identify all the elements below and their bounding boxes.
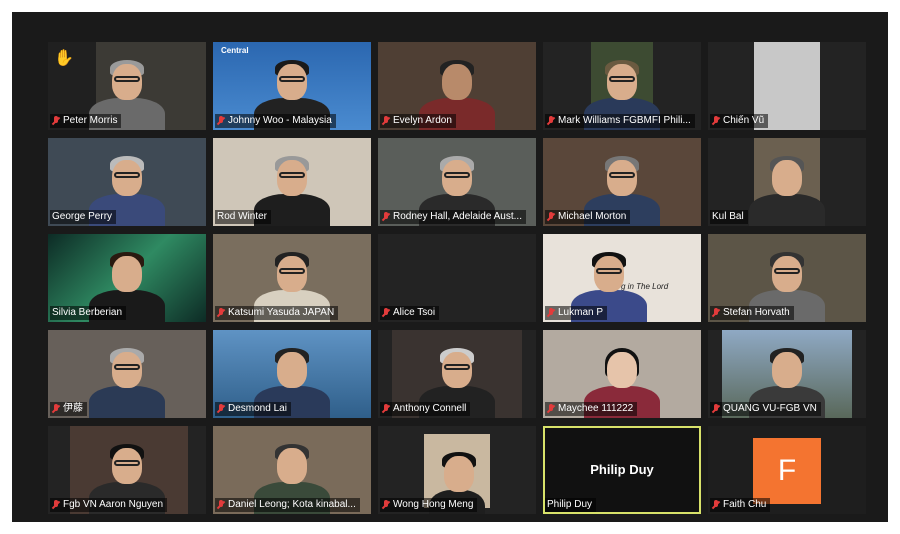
muted-mic-icon <box>712 116 720 126</box>
participant-name: Peter Morris <box>50 114 122 128</box>
participant-name: Fgb VN Aaron Nguyen <box>50 498 168 512</box>
participant-tile[interactable]: Central Johnny Woo - Malaysia <box>213 42 371 130</box>
participant-video <box>747 146 827 226</box>
participant-name: Stefan Horvath <box>710 306 794 320</box>
muted-mic-icon <box>52 116 60 126</box>
participant-name: Silvia Berberian <box>50 306 127 320</box>
muted-mic-icon <box>382 212 390 222</box>
participant-name: Evelyn Ardon <box>380 114 456 128</box>
participant-tile[interactable]: Maychee 111222 <box>543 330 701 418</box>
participant-tile[interactable]: ✋ Peter Morris <box>48 42 206 130</box>
muted-mic-icon <box>52 404 60 414</box>
participant-name: Wong Hong Meng <box>380 498 478 512</box>
participant-name: Rod Winter <box>215 210 272 224</box>
participant-tile[interactable]: George Perry <box>48 138 206 226</box>
participant-tile[interactable]: Mark Williams FGBMFI Phili... <box>543 42 701 130</box>
participant-name: QUANG VU-FGB VN <box>710 402 821 416</box>
participant-name: Michael Morton <box>545 210 631 224</box>
participant-name: Faith Chu <box>710 498 771 512</box>
participant-name: Daniel Leong; Kota kinabal... <box>215 498 360 512</box>
muted-mic-icon <box>382 500 390 510</box>
participant-tile[interactable]: Stefan Horvath <box>708 234 866 322</box>
muted-mic-icon <box>217 500 225 510</box>
muted-mic-icon <box>382 308 390 318</box>
participant-name: 伊藤 <box>50 402 87 416</box>
participant-tile[interactable]: g in The Lord Lukman P <box>543 234 701 322</box>
participant-display-name: Philip Duy <box>590 462 654 477</box>
participant-tile-active-speaker[interactable]: Philip Duy Philip Duy <box>543 426 701 514</box>
participant-grid: ✋ Peter Morris Central Johnny Woo - Mala… <box>48 42 866 514</box>
participant-name: Mark Williams FGBMFI Phili... <box>545 114 695 128</box>
participant-name: George Perry <box>50 210 117 224</box>
participant-name: Alice Tsoi <box>380 306 440 320</box>
participant-tile[interactable]: Anthony Connell <box>378 330 536 418</box>
participant-tile[interactable]: Rod Winter <box>213 138 371 226</box>
participant-name: Philip Duy <box>545 498 597 512</box>
participant-name: Katsumi Yasuda JAPAN <box>215 306 339 320</box>
muted-mic-icon <box>547 212 555 222</box>
participant-name: Rodney Hall, Adelaide Aust... <box>380 210 526 224</box>
participant-tile[interactable]: Rodney Hall, Adelaide Aust... <box>378 138 536 226</box>
participant-tile[interactable]: Fgb VN Aaron Nguyen <box>48 426 206 514</box>
banner-logo: Central <box>221 46 249 55</box>
participant-tile[interactable]: Evelyn Ardon <box>378 42 536 130</box>
participant-name: Desmond Lai <box>215 402 291 416</box>
muted-mic-icon <box>382 116 390 126</box>
participant-tile[interactable]: Daniel Leong; Kota kinabal... <box>213 426 371 514</box>
participant-tile[interactable]: Silvia Berberian <box>48 234 206 322</box>
participant-tile[interactable]: 伊藤 <box>48 330 206 418</box>
muted-mic-icon <box>217 116 225 126</box>
participant-tile[interactable]: Chiến Vũ <box>708 42 866 130</box>
muted-mic-icon <box>382 404 390 414</box>
participant-name: Maychee 111222 <box>545 402 638 416</box>
participant-tile[interactable]: Alice Tsoi <box>378 234 536 322</box>
muted-mic-icon <box>712 308 720 318</box>
muted-mic-icon <box>712 404 720 414</box>
muted-mic-icon <box>217 308 225 318</box>
participant-name: Chiến Vũ <box>710 114 769 128</box>
participant-name: Kul Bal <box>710 210 748 224</box>
muted-mic-icon <box>547 116 555 126</box>
participant-tile[interactable]: Wong Hong Meng <box>378 426 536 514</box>
muted-mic-icon <box>547 404 555 414</box>
video-gallery: ✋ Peter Morris Central Johnny Woo - Mala… <box>12 12 888 522</box>
participant-name: Johnny Woo - Malaysia <box>215 114 336 128</box>
participant-tile[interactable]: F Faith Chu <box>708 426 866 514</box>
avatar: F <box>753 438 821 504</box>
muted-mic-icon <box>547 308 555 318</box>
participant-tile[interactable]: QUANG VU-FGB VN <box>708 330 866 418</box>
participant-tile[interactable]: Katsumi Yasuda JAPAN <box>213 234 371 322</box>
participant-tile[interactable]: Desmond Lai <box>213 330 371 418</box>
muted-mic-icon <box>52 500 60 510</box>
raised-hand-icon: ✋ <box>54 50 74 67</box>
muted-mic-icon <box>712 500 720 510</box>
participant-name: Anthony Connell <box>380 402 471 416</box>
participant-video <box>87 338 167 418</box>
muted-mic-icon <box>217 404 225 414</box>
participant-tile[interactable]: Michael Morton <box>543 138 701 226</box>
participant-name: Lukman P <box>545 306 608 320</box>
participant-tile[interactable]: Kul Bal <box>708 138 866 226</box>
